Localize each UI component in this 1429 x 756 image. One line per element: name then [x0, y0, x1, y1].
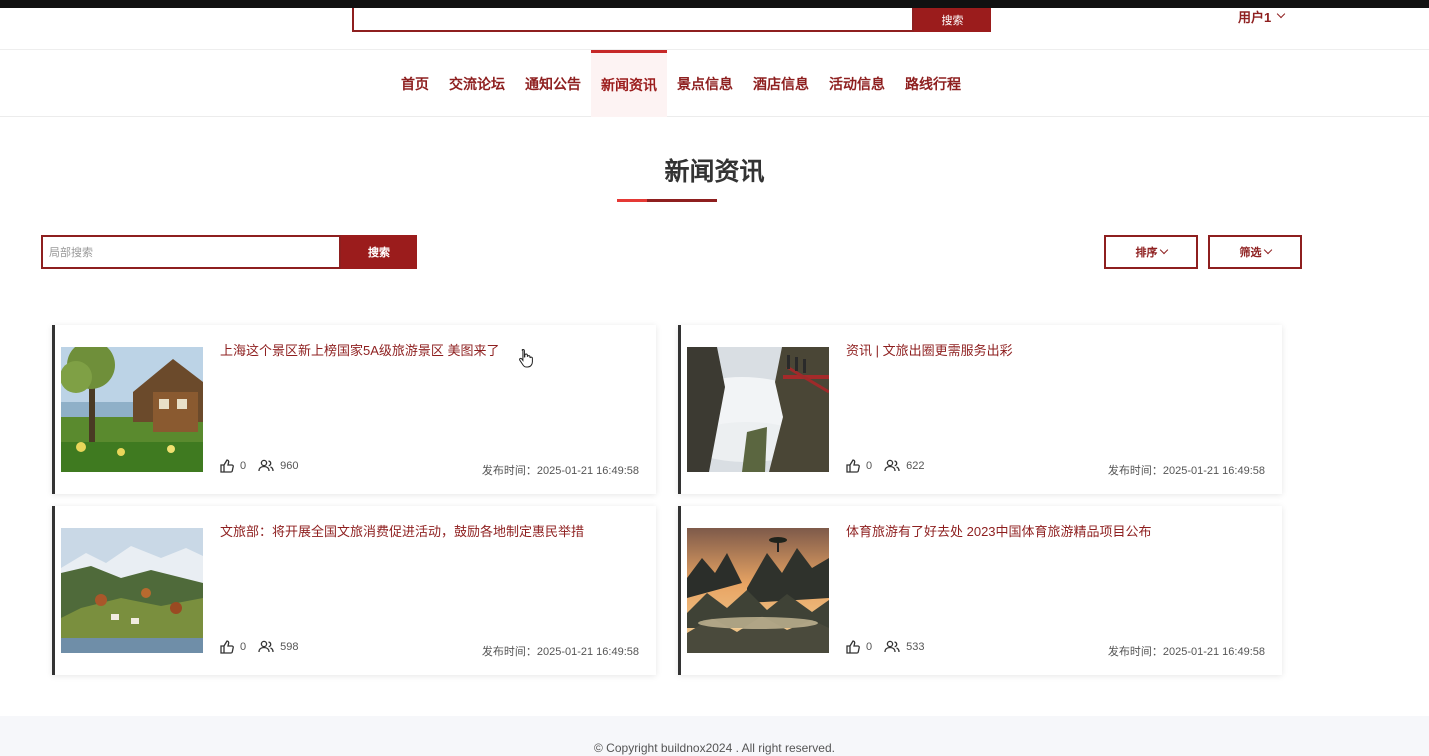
news-stats: 0 598	[220, 640, 310, 654]
news-thumbnail[interactable]	[687, 528, 829, 653]
title-underline	[617, 199, 717, 202]
view-count: 533	[906, 641, 925, 653]
filter-button[interactable]: 筛选	[1208, 235, 1302, 269]
news-stats: 0 960	[220, 459, 310, 473]
news-thumbnail[interactable]	[687, 347, 829, 472]
thumbs-up-icon[interactable]	[220, 640, 234, 654]
users-icon	[258, 459, 274, 472]
users-icon	[884, 459, 900, 472]
like-count: 0	[240, 641, 247, 653]
users-icon	[258, 640, 274, 653]
nav-item-home[interactable]: 首页	[391, 50, 439, 117]
user-menu[interactable]: 用户1	[1238, 8, 1286, 25]
nav-item-notice[interactable]: 通知公告	[515, 50, 591, 117]
publish-time: 发布时间：2025-01-21 16:49:58	[1107, 465, 1265, 477]
news-stats: 0 622	[846, 459, 936, 473]
footer: © Copyright buildnox2024 . All right res…	[0, 716, 1429, 756]
news-card[interactable]: 资讯 | 文旅出圈更需服务出彩 0 622 发布时间：2025-01-21 16…	[678, 325, 1282, 494]
top-search-button[interactable]: 搜索	[914, 8, 991, 32]
view-count: 598	[280, 641, 299, 653]
user-name: 用户1	[1238, 9, 1272, 25]
users-icon	[884, 640, 900, 653]
like-count: 0	[866, 641, 873, 653]
publish-time: 发布时间：2025-01-21 16:49:58	[481, 465, 639, 477]
header: 搜索 用户1	[0, 8, 1429, 50]
news-card[interactable]: 上海这个景区新上榜国家5A级旅游景区 美图来了 0 960 发布时间：2025-…	[52, 325, 656, 494]
nav-item-forum[interactable]: 交流论坛	[439, 50, 515, 117]
thumbs-up-icon[interactable]	[220, 459, 234, 473]
thumbs-up-icon[interactable]	[846, 459, 860, 473]
view-count: 960	[280, 460, 299, 472]
like-count: 0	[866, 460, 873, 472]
news-card[interactable]: 文旅部：将开展全国文旅消费促进活动，鼓励各地制定惠民举措 0 598 发布时间：…	[52, 506, 656, 675]
news-card[interactable]: 体育旅游有了好去处 2023中国体育旅游精品项目公布 0 533 发布时间：20…	[678, 506, 1282, 675]
publish-time: 发布时间：2025-01-21 16:49:58	[481, 646, 639, 658]
nav-item-activities[interactable]: 活动信息	[819, 50, 895, 117]
thumbs-up-icon[interactable]	[846, 640, 860, 654]
hand-cursor-icon	[519, 348, 533, 368]
copyright-text: © Copyright buildnox2024 . All right res…	[594, 741, 835, 755]
nav-item-routes[interactable]: 路线行程	[895, 50, 971, 117]
news-title[interactable]: 文旅部：将开展全国文旅消费促进活动，鼓励各地制定惠民举措	[220, 521, 584, 540]
filter-label: 筛选	[1239, 247, 1262, 259]
like-count: 0	[240, 460, 247, 472]
local-search-button[interactable]: 搜索	[341, 235, 417, 269]
chevron-down-icon	[1263, 245, 1272, 255]
view-count: 622	[906, 460, 925, 472]
sort-button[interactable]: 排序	[1104, 235, 1198, 269]
nav-item-news[interactable]: 新闻资讯	[591, 50, 667, 117]
news-thumbnail[interactable]	[61, 347, 203, 472]
page-title: 新闻资讯	[664, 158, 765, 186]
top-search-input[interactable]	[352, 8, 914, 32]
news-thumbnail[interactable]	[61, 528, 203, 653]
publish-time: 发布时间：2025-01-21 16:49:58	[1107, 646, 1265, 658]
news-title[interactable]: 上海这个景区新上榜国家5A级旅游景区 美图来了	[220, 340, 500, 359]
nav-item-hotels[interactable]: 酒店信息	[743, 50, 819, 117]
nav-item-attractions[interactable]: 景点信息	[667, 50, 743, 117]
window-top-bar	[0, 0, 1429, 8]
news-stats: 0 533	[846, 640, 936, 654]
news-title[interactable]: 体育旅游有了好去处 2023中国体育旅游精品项目公布	[846, 521, 1152, 540]
chevron-down-icon	[1276, 9, 1286, 19]
news-title[interactable]: 资讯 | 文旅出圈更需服务出彩	[846, 340, 1013, 359]
chevron-down-icon	[1159, 245, 1168, 255]
sort-label: 排序	[1135, 247, 1158, 259]
local-search-input[interactable]: 局部搜索	[41, 235, 341, 269]
main-nav: 首页 交流论坛 通知公告 新闻资讯 景点信息 酒店信息 活动信息 路线行程	[0, 50, 1429, 117]
